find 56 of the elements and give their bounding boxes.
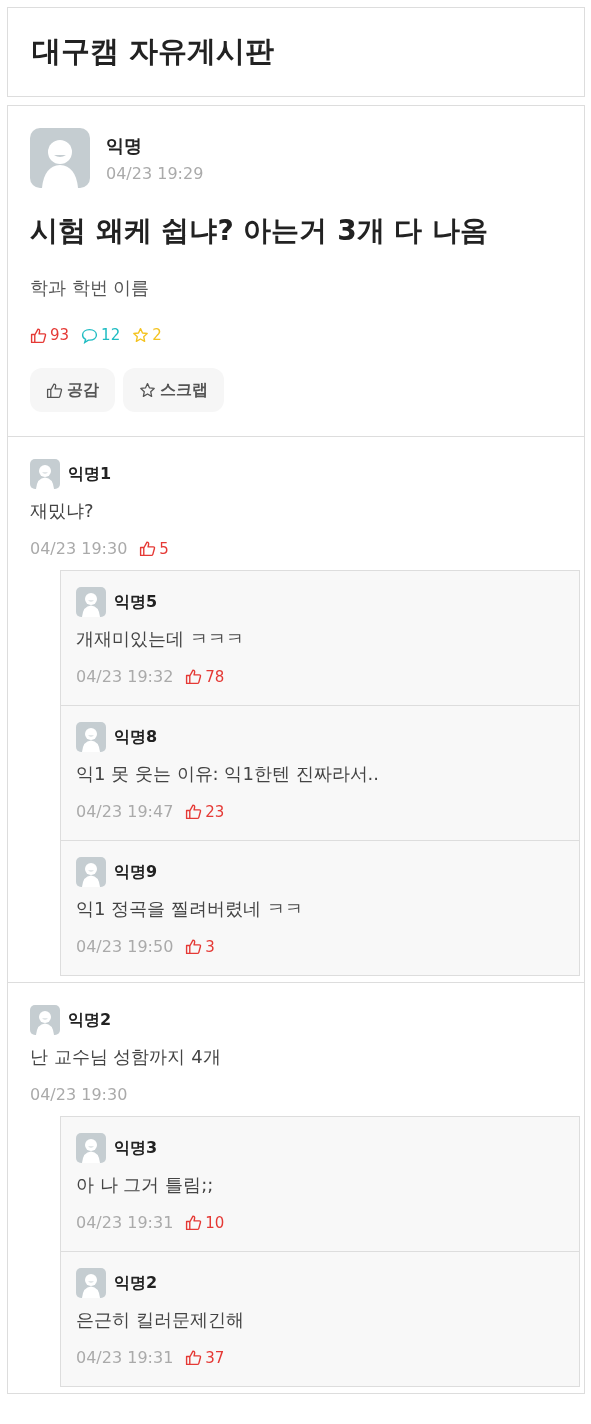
thumbs-up-icon — [185, 1349, 203, 1366]
like-button[interactable]: 공감 — [30, 368, 115, 412]
commenter-name: 익명5 — [114, 591, 158, 613]
scrap-button[interactable]: 스크랩 — [123, 368, 224, 412]
like-count: 10 — [205, 1213, 225, 1232]
comment-text: 재밌냐? — [30, 499, 95, 523]
avatar-icon — [76, 1268, 106, 1298]
commenter-name: 익명2 — [114, 1272, 158, 1294]
reply-text: 아 나 그거 틀림;; — [76, 1173, 215, 1197]
thumbs-up-icon — [185, 938, 203, 955]
star-icon — [132, 326, 150, 344]
reply-time: 04/23 19:50 — [76, 937, 174, 956]
like-count: 93 — [50, 326, 70, 344]
reply-text: 은근히 킬러문제긴해 — [76, 1308, 245, 1332]
avatar-icon — [30, 459, 60, 489]
avatar-icon — [76, 722, 106, 752]
reply-text: 익1 정곡을 찔려버렸네 ㅋㅋ — [76, 897, 304, 921]
reply-time: 04/23 19:31 — [76, 1213, 174, 1232]
like-count: 78 — [205, 667, 225, 686]
avatar-icon — [30, 1005, 60, 1035]
comment-time: 04/23 19:30 — [30, 539, 128, 558]
like-count: 5 — [159, 539, 169, 558]
thumbs-up-icon — [185, 668, 203, 685]
reply-text: 익1 못 웃는 이유: 익1한텐 진짜라서.. — [76, 762, 381, 786]
comment-count: 12 — [101, 326, 121, 344]
post-title: 시험 왜케 쉽냐? 아는거 3개 다 나옴 — [30, 213, 490, 249]
thumbs-up-icon — [139, 540, 157, 557]
author-name: 익명 — [106, 133, 143, 158]
avatar-icon — [30, 128, 90, 188]
avatar-icon — [76, 1133, 106, 1163]
reply-time: 04/23 19:31 — [76, 1348, 174, 1367]
post-body: 학과 학번 이름 — [30, 276, 151, 300]
like-count: 37 — [205, 1348, 225, 1367]
like-count: 23 — [205, 802, 225, 821]
commenter-name: 익명8 — [114, 726, 158, 748]
reply-time: 04/23 19:47 — [76, 802, 174, 821]
reply-time: 04/23 19:32 — [76, 667, 174, 686]
comment-text: 난 교수님 성함까지 4개 — [30, 1045, 222, 1069]
star-icon — [139, 381, 156, 399]
comment-icon — [81, 326, 99, 344]
commenter-name: 익명2 — [68, 1009, 112, 1031]
avatar-icon — [76, 857, 106, 887]
scrap-count: 2 — [152, 326, 162, 344]
like-count: 3 — [205, 937, 215, 956]
commenter-name: 익명1 — [68, 463, 112, 485]
commenter-name: 익명3 — [114, 1137, 158, 1159]
post-time: 04/23 19:29 — [106, 163, 204, 183]
thumbs-up-icon — [46, 381, 63, 399]
thumbs-up-icon — [185, 1214, 203, 1231]
reply-text: 개재미있는데 ㅋㅋㅋ — [76, 627, 245, 651]
comment-time: 04/23 19:30 — [30, 1085, 128, 1104]
avatar-icon — [76, 587, 106, 617]
board-title: 대구캠 자유게시판 — [32, 33, 275, 70]
thumbs-up-icon — [185, 803, 203, 820]
commenter-name: 익명9 — [114, 861, 158, 883]
thumbs-up-icon — [30, 326, 47, 344]
